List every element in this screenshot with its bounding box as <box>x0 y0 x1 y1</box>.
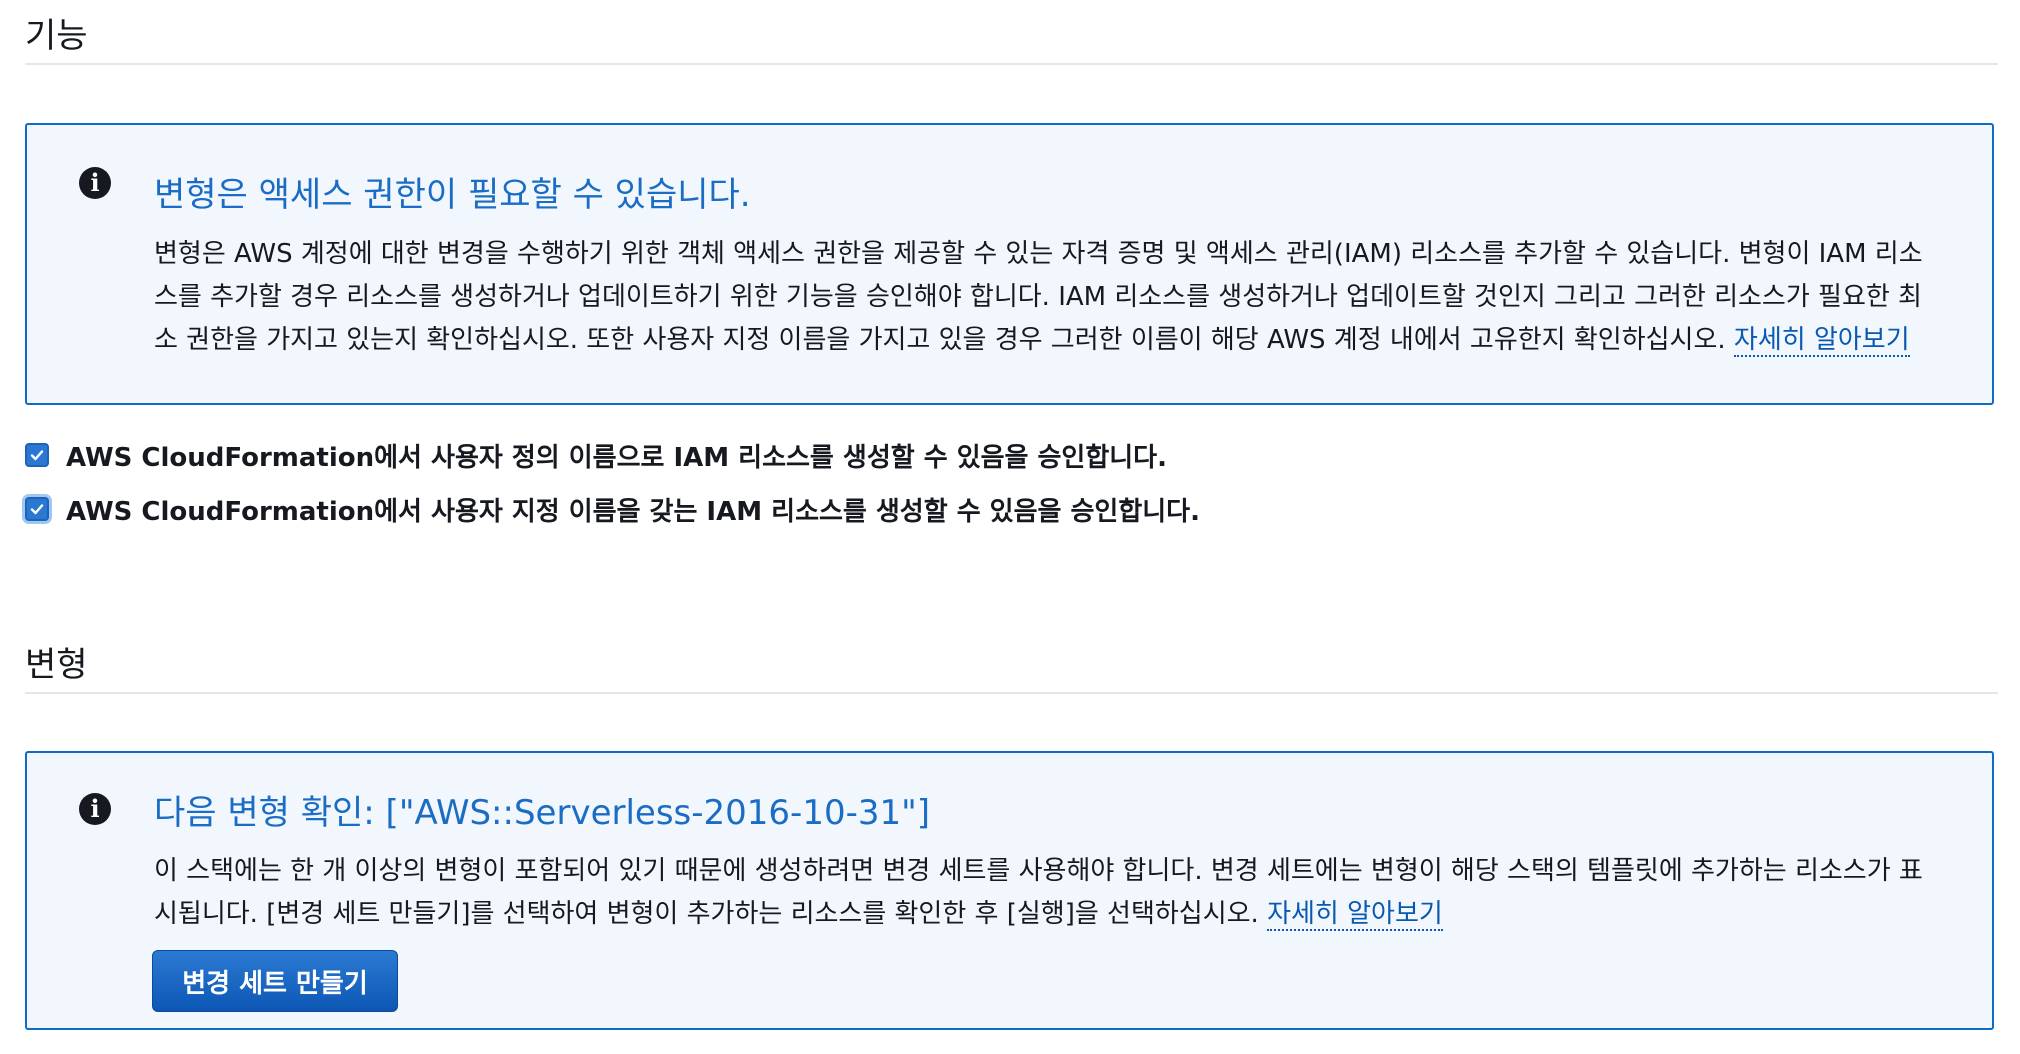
create-change-set-button[interactable]: 변경 세트 만들기 <box>152 950 398 1012</box>
transforms-info-line: 이 스택에는 한 개 이상의 변형이 포함되어 있기 때문에 생성하려면 변경 … <box>154 856 1923 886</box>
transforms-info-line-text: 시됩니다. [변경 세트 만들기]를 선택하여 변형이 추가하는 리소스를 확인… <box>154 899 1259 929</box>
capability-checkbox-row[interactable]: AWS CloudFormation에서 사용자 정의 이름으로 IAM 리소스… <box>25 437 1167 473</box>
capabilities-info-line-text: 소 권한을 가지고 있는지 확인하십시오. 또한 사용자 지정 이름을 가지고 … <box>154 325 1726 355</box>
info-circle-icon: i <box>79 167 111 199</box>
transforms-info-title: 다음 변형 확인: ["AWS::Serverless-2016-10-31"] <box>154 793 931 833</box>
checkmark-icon <box>30 450 44 461</box>
transforms-info-line: 시됩니다. [변경 세트 만들기]를 선택하여 변형이 추가하는 리소스를 확인… <box>154 893 1954 936</box>
capabilities-info-title: 변형은 액세스 권한이 필요할 수 있습니다. <box>154 175 751 215</box>
capabilities-divider <box>25 63 1998 65</box>
capabilities-info-body: 변형은 AWS 계정에 대한 변경을 수행하기 위한 객체 액세스 권한을 제공… <box>154 233 1954 362</box>
capabilities-info-line: 스를 추가할 경우 리소스를 생성하거나 업데이트하기 위한 기능을 승인해야 … <box>154 282 1922 312</box>
transforms-section-title: 변형 <box>25 645 88 685</box>
capability-checkbox[interactable] <box>25 497 49 521</box>
info-circle-icon: i <box>79 793 111 825</box>
capability-checkbox-label: AWS CloudFormation에서 사용자 정의 이름으로 IAM 리소스… <box>66 442 1167 473</box>
transforms-learn-more-link[interactable]: 자세히 알아보기 <box>1267 899 1443 931</box>
transforms-divider <box>25 692 1998 694</box>
capabilities-info-line: 소 권한을 가지고 있는지 확인하십시오. 또한 사용자 지정 이름을 가지고 … <box>154 319 1954 362</box>
capability-checkbox-row[interactable]: AWS CloudFormation에서 사용자 지정 이름을 갖는 IAM 리… <box>25 491 1200 527</box>
capabilities-learn-more-link[interactable]: 자세히 알아보기 <box>1733 325 1910 357</box>
checkmark-icon <box>30 504 44 515</box>
capabilities-section-title: 기능 <box>25 16 88 56</box>
capabilities-info-alert: i 변형은 액세스 권한이 필요할 수 있습니다. 변형은 AWS 계정에 대한… <box>25 123 1994 405</box>
capabilities-info-line: 변형은 AWS 계정에 대한 변경을 수행하기 위한 객체 액세스 권한을 제공… <box>154 239 1923 269</box>
transforms-info-body: 이 스택에는 한 개 이상의 변형이 포함되어 있기 때문에 생성하려면 변경 … <box>154 850 1954 936</box>
capability-checkbox[interactable] <box>25 443 49 467</box>
capability-checkbox-label: AWS CloudFormation에서 사용자 지정 이름을 갖는 IAM 리… <box>66 496 1200 527</box>
